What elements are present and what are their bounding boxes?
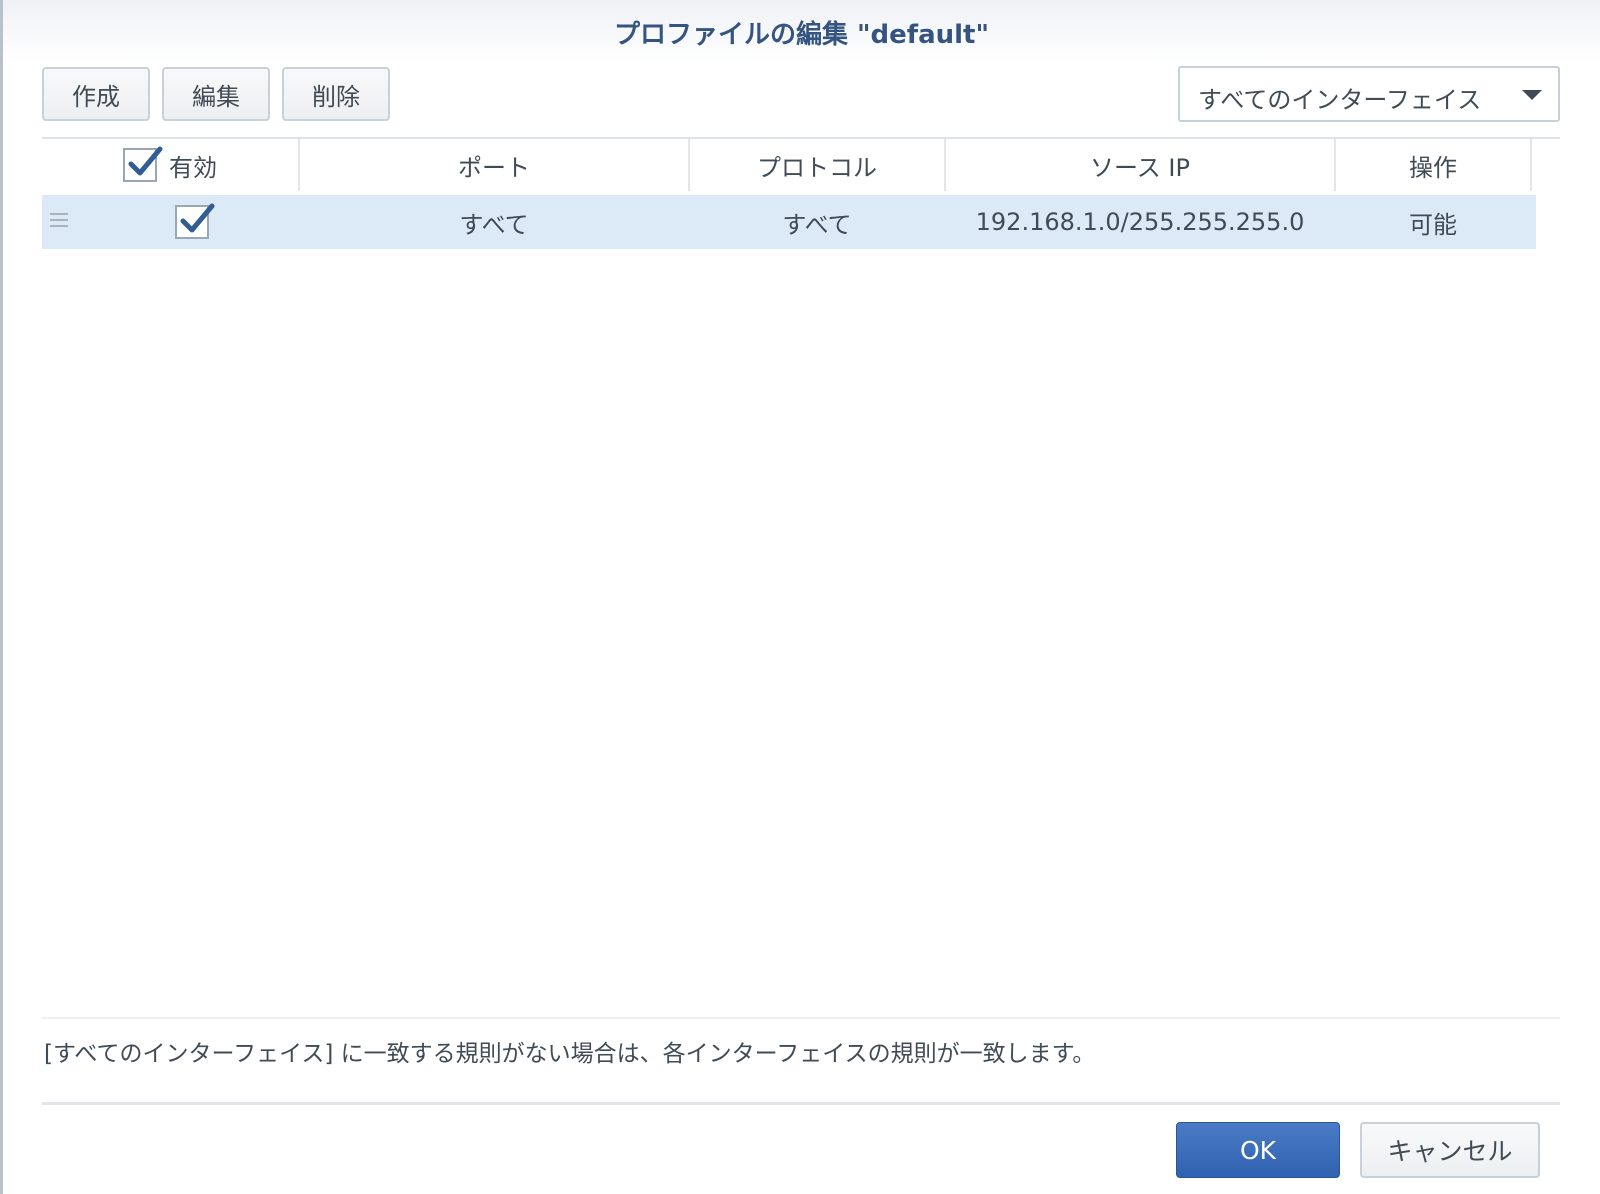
row-action-cell: 可能 — [1409, 210, 1457, 239]
title-bar: プロファイルの編集 "default" — [3, 0, 1600, 64]
cancel-button[interactable]: キャンセル — [1360, 1122, 1540, 1178]
create-button[interactable]: 作成 — [42, 67, 150, 121]
dialog-title: プロファイルの編集 "default" — [613, 20, 990, 50]
column-header-enabled-label: 有効 — [169, 153, 217, 182]
row-enabled-cell — [104, 195, 280, 249]
info-note: [すべてのインターフェイス] に一致する規則がない場合は、各インターフェイスの規… — [44, 1041, 1096, 1067]
column-separator — [1530, 139, 1532, 191]
row-enabled-checkbox[interactable] — [175, 203, 215, 239]
info-divider — [42, 1017, 1560, 1019]
edit-profile-dialog: プロファイルの編集 "default" 作成 編集 削除 すべてのインターフェイ… — [0, 0, 1600, 1194]
column-header-protocol[interactable]: プロトコル — [690, 139, 944, 191]
drag-handle-icon[interactable] — [50, 213, 68, 229]
row-port-cell: すべて — [459, 210, 529, 239]
column-header-action[interactable]: 操作 — [1336, 139, 1530, 191]
row-source-ip-cell: 192.168.1.0/255.255.255.0 — [975, 208, 1305, 236]
delete-button[interactable]: 削除 — [282, 67, 390, 121]
grid-header-row: 有効 ポート プロトコル ソース IP 操作 — [42, 139, 1560, 191]
interface-filter-value: すべてのインターフェイス — [1198, 86, 1482, 114]
interface-filter-dropdown[interactable]: すべてのインターフェイス — [1178, 66, 1560, 122]
checkmark-icon — [128, 146, 163, 176]
select-all-checkbox[interactable] — [123, 146, 163, 182]
row-protocol-cell: すべて — [782, 210, 852, 239]
ok-button[interactable]: OK — [1176, 1122, 1340, 1178]
footer-divider — [42, 1102, 1560, 1105]
column-header-enabled[interactable]: 有効 — [42, 139, 298, 191]
column-header-port[interactable]: ポート — [300, 139, 688, 191]
checkmark-icon — [180, 203, 215, 233]
edit-button[interactable]: 編集 — [162, 67, 270, 121]
table-row[interactable]: すべて すべて 192.168.1.0/255.255.255.0 可能 — [42, 195, 1536, 249]
window-left-edge — [0, 0, 3, 1194]
column-header-source-ip[interactable]: ソース IP — [946, 139, 1334, 191]
caret-down-icon — [1522, 90, 1542, 100]
